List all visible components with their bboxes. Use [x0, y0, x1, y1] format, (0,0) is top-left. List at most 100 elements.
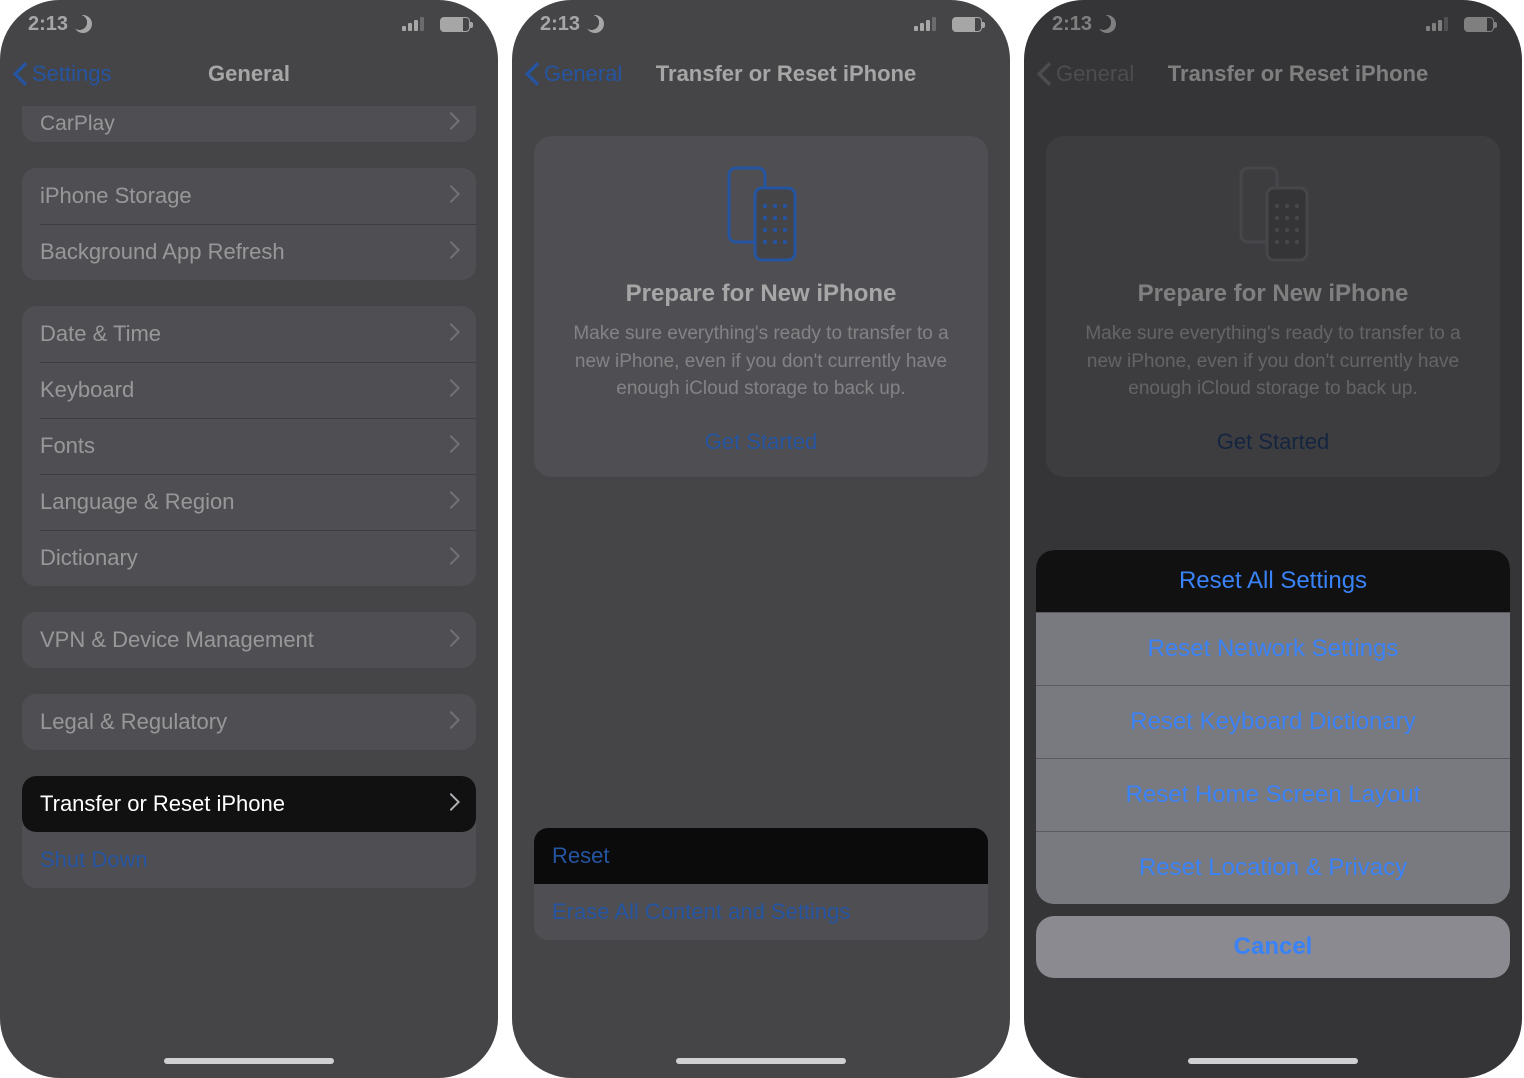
- option-reset-keyboard-dictionary[interactable]: Reset Keyboard Dictionary: [1036, 685, 1510, 758]
- row-label: Dictionary: [40, 545, 138, 571]
- status-bar: 2:13: [0, 0, 498, 48]
- option-reset-location-privacy[interactable]: Reset Location & Privacy: [1036, 831, 1510, 904]
- cancel-button[interactable]: Cancel: [1036, 916, 1510, 978]
- status-bar: 2:13: [1024, 0, 1522, 48]
- row-label: Transfer or Reset iPhone: [40, 791, 285, 817]
- status-time: 2:13: [1052, 13, 1092, 36]
- cellular-icon: [914, 17, 936, 31]
- settings-group: CarPlay: [22, 106, 476, 142]
- settings-list: CarPlay iPhone Storage Background App Re…: [0, 106, 498, 888]
- option-reset-network[interactable]: Reset Network Settings: [1036, 612, 1510, 685]
- do-not-disturb-icon: [583, 12, 606, 35]
- row-label: iPhone Storage: [40, 183, 192, 209]
- do-not-disturb-icon: [1095, 12, 1118, 35]
- settings-group: VPN & Device Management: [22, 612, 476, 668]
- option-reset-home-screen[interactable]: Reset Home Screen Layout: [1036, 758, 1510, 831]
- battery-icon: [1464, 17, 1494, 32]
- row-transfer-reset[interactable]: Transfer or Reset iPhone: [22, 776, 476, 832]
- nav-bar: Settings General: [0, 48, 498, 100]
- back-label: General: [544, 61, 622, 87]
- do-not-disturb-icon: [71, 12, 94, 35]
- battery-icon: [952, 17, 982, 32]
- status-time: 2:13: [28, 13, 68, 36]
- row-label: VPN & Device Management: [40, 627, 314, 653]
- action-sheet: Reset All Settings Reset Network Setting…: [1036, 550, 1510, 978]
- card-body: Make sure everything's ready to transfer…: [1076, 320, 1470, 403]
- row-vpn-device-management[interactable]: VPN & Device Management: [22, 612, 476, 668]
- screenshot-general: 2:13 Settings General CarPlay iPhone Sto…: [0, 0, 498, 1078]
- chevron-right-icon: [450, 239, 460, 265]
- chevron-right-icon: [450, 489, 460, 515]
- home-indicator[interactable]: [676, 1058, 846, 1064]
- nav-bar: General Transfer or Reset iPhone: [512, 48, 1010, 100]
- row-language-region[interactable]: Language & Region: [22, 474, 476, 530]
- option-reset-all-settings[interactable]: Reset All Settings: [1036, 550, 1510, 612]
- back-button[interactable]: General: [1036, 61, 1134, 87]
- chevron-right-icon: [450, 433, 460, 459]
- card-heading: Prepare for New iPhone: [1076, 280, 1470, 308]
- chevron-left-icon: [524, 62, 540, 86]
- home-indicator[interactable]: [1188, 1058, 1358, 1064]
- row-label: Erase All Content and Settings: [552, 899, 850, 925]
- back-label: General: [1056, 61, 1134, 87]
- row-label: Keyboard: [40, 377, 134, 403]
- row-label: Date & Time: [40, 321, 161, 347]
- nav-bar: General Transfer or Reset iPhone: [1024, 48, 1522, 100]
- option-label: Reset Location & Privacy: [1139, 854, 1407, 882]
- row-keyboard[interactable]: Keyboard: [22, 362, 476, 418]
- status-time: 2:13: [540, 13, 580, 36]
- row-label: Shut Down: [40, 847, 148, 873]
- chevron-left-icon: [1036, 62, 1052, 86]
- option-label: Reset Network Settings: [1148, 635, 1399, 663]
- row-shut-down[interactable]: Shut Down: [22, 832, 476, 888]
- row-label: Background App Refresh: [40, 239, 285, 265]
- settings-group: Transfer or Reset iPhone Shut Down: [22, 776, 476, 888]
- content: Prepare for New iPhone Make sure everyth…: [1024, 136, 1522, 477]
- chevron-right-icon: [450, 627, 460, 653]
- card-heading: Prepare for New iPhone: [564, 280, 958, 308]
- row-label: Reset: [552, 843, 609, 869]
- row-fonts[interactable]: Fonts: [22, 418, 476, 474]
- transfer-illustration-icon: [1076, 164, 1470, 264]
- settings-group: iPhone Storage Background App Refresh: [22, 168, 476, 280]
- settings-group: Legal & Regulatory: [22, 694, 476, 750]
- row-label: Fonts: [40, 433, 95, 459]
- chevron-right-icon: [450, 112, 460, 136]
- screenshot-reset-sheet: 2:13 General Transfer or Reset iPhone Pr…: [1024, 0, 1522, 1078]
- row-background-refresh[interactable]: Background App Refresh: [22, 224, 476, 280]
- option-label: Reset Keyboard Dictionary: [1130, 708, 1415, 736]
- row-label: CarPlay: [40, 112, 115, 136]
- battery-icon: [440, 17, 470, 32]
- cellular-icon: [402, 17, 424, 31]
- get-started-button[interactable]: Get Started: [705, 429, 818, 455]
- row-erase-all[interactable]: Erase All Content and Settings: [534, 884, 988, 940]
- bottom-group: Reset Erase All Content and Settings: [534, 828, 988, 940]
- chevron-left-icon: [12, 62, 28, 86]
- prepare-card: Prepare for New iPhone Make sure everyth…: [1046, 136, 1500, 477]
- nav-title: General: [208, 61, 290, 87]
- chevron-right-icon: [450, 183, 460, 209]
- chevron-right-icon: [450, 791, 460, 817]
- chevron-right-icon: [450, 321, 460, 347]
- back-button[interactable]: General: [524, 61, 622, 87]
- cellular-icon: [1426, 17, 1448, 31]
- row-dictionary[interactable]: Dictionary: [22, 530, 476, 586]
- screenshot-transfer-reset: 2:13 General Transfer or Reset iPhone Pr…: [512, 0, 1010, 1078]
- row-label: Language & Region: [40, 489, 235, 515]
- status-bar: 2:13: [512, 0, 1010, 48]
- row-iphone-storage[interactable]: iPhone Storage: [22, 168, 476, 224]
- content: Prepare for New iPhone Make sure everyth…: [512, 136, 1010, 477]
- row-date-time[interactable]: Date & Time: [22, 306, 476, 362]
- transfer-illustration-icon: [564, 164, 958, 264]
- chevron-right-icon: [450, 545, 460, 571]
- prepare-card: Prepare for New iPhone Make sure everyth…: [534, 136, 988, 477]
- row-reset[interactable]: Reset: [534, 828, 988, 884]
- row-carplay[interactable]: CarPlay: [22, 106, 476, 142]
- home-indicator[interactable]: [164, 1058, 334, 1064]
- back-button[interactable]: Settings: [12, 61, 112, 87]
- action-sheet-options: Reset All Settings Reset Network Setting…: [1036, 550, 1510, 904]
- settings-group: Date & Time Keyboard Fonts Language & Re…: [22, 306, 476, 586]
- get-started-button[interactable]: Get Started: [1217, 429, 1330, 455]
- option-label: Reset Home Screen Layout: [1126, 781, 1421, 809]
- row-legal-regulatory[interactable]: Legal & Regulatory: [22, 694, 476, 750]
